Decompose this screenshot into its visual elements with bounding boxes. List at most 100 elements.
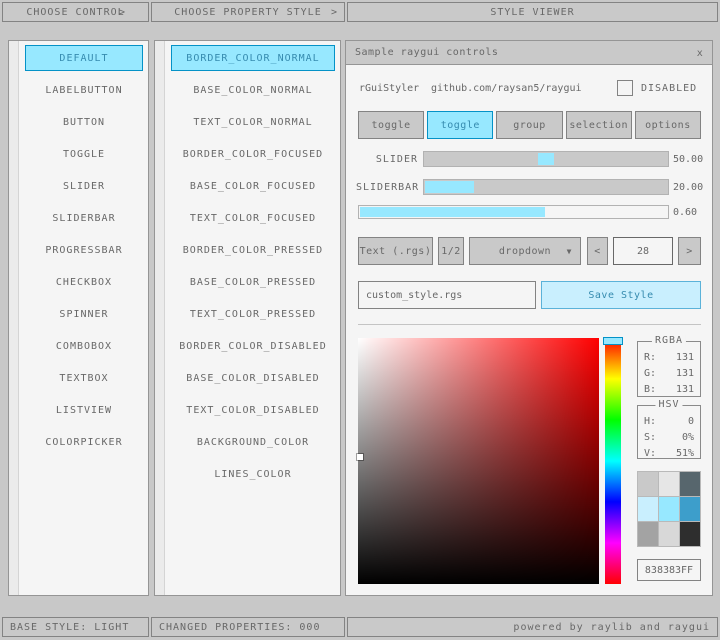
list-item-colorpicker[interactable]: COLORPICKER: [25, 429, 143, 455]
list-item-slider[interactable]: SLIDER: [25, 173, 143, 199]
hsv-group-title: HSV: [655, 399, 682, 410]
rgba-group-title: RGBA: [652, 335, 686, 346]
style-color-swatch-8[interactable]: [680, 522, 700, 546]
list-item-base_color_pressed[interactable]: BASE_COLOR_PRESSED: [171, 269, 335, 295]
rgba-values: R:131G:131 B: 131: [638, 342, 700, 397]
window-titlebar: Sample raygui controls x: [346, 41, 712, 65]
list-item-combobox[interactable]: COMBOBOX: [25, 333, 143, 359]
progressbar-value: 0.60: [673, 207, 697, 218]
color-value-row: G:131: [638, 365, 700, 381]
close-icon[interactable]: x: [692, 45, 708, 61]
save-style-button[interactable]: Save Style: [541, 281, 701, 309]
rguistyler-app: CHOOSE CONTROL > CHOOSE PROPERTY STYLE >…: [0, 0, 720, 640]
list-item-text_color_disabled[interactable]: TEXT_COLOR_DISABLED: [171, 397, 335, 423]
rgba-group-box: RGBA R:131G:131B:131: [637, 341, 701, 397]
list-item-border_color_pressed[interactable]: BORDER_COLOR_PRESSED: [171, 237, 335, 263]
disabled-checkbox-label: DISABLED: [641, 83, 697, 94]
list-item-default[interactable]: DEFAULT: [25, 45, 143, 71]
color-channel-value: 51%: [676, 448, 694, 459]
sliderbar[interactable]: [423, 179, 669, 195]
divider: [358, 324, 701, 325]
list-item-listview[interactable]: LISTVIEW: [25, 397, 143, 423]
list-item-progressbar[interactable]: PROGRESSBAR: [25, 237, 143, 263]
list-item-spinner[interactable]: SPINNER: [25, 301, 143, 327]
list-item-base_color_disabled[interactable]: BASE_COLOR_DISABLED: [171, 365, 335, 391]
color-picker-cursor[interactable]: [357, 454, 363, 460]
controls-list: DEFAULT LABELBUTTON BUTTON TOGGLE SLIDER SLID…: [20, 41, 148, 595]
style-color-swatch-4[interactable]: [659, 497, 679, 521]
color-channel-value: 131: [676, 384, 694, 395]
toggle-group-option-4[interactable]: options: [635, 111, 701, 139]
color-channel-value: 0: [688, 416, 694, 427]
slider-value: 50.00: [673, 154, 703, 165]
dropdown-label: dropdown: [499, 246, 551, 257]
toggle-group-option-3[interactable]: selection: [566, 111, 632, 139]
properties-list-scrollbar[interactable]: [155, 41, 165, 595]
list-item-text_color_focused[interactable]: TEXT_COLOR_FOCUSED: [171, 205, 335, 231]
list-item-background_color[interactable]: BACKGROUND_COLOR: [171, 429, 335, 455]
properties-list-panel: BORDER_COLOR_NORMAL BASE_COLOR_NORMAL TEXT…: [154, 40, 341, 596]
color-picker-panel[interactable]: [358, 338, 599, 584]
style-color-swatch-6[interactable]: [638, 522, 658, 546]
export-format-button[interactable]: Text (.rgs): [358, 237, 433, 265]
dropdown-box[interactable]: dropdown ▼: [469, 237, 581, 265]
hex-color-textbox[interactable]: 838383FF: [637, 559, 701, 581]
style-color-swatch-5[interactable]: [680, 497, 700, 521]
breadcrumb-label: CHOOSE CONTROL: [26, 7, 124, 18]
controls-list-scrollbar[interactable]: [9, 41, 19, 595]
style-color-swatch-7[interactable]: [659, 522, 679, 546]
status-changed-properties: CHANGED PROPERTIES: 000: [151, 617, 345, 637]
list-item-checkbox[interactable]: CHECKBOX: [25, 269, 143, 295]
style-color-swatch-3[interactable]: [638, 497, 658, 521]
half-size-toggle[interactable]: 1/2: [438, 237, 464, 265]
spinner-value-box[interactable]: 28: [613, 237, 673, 265]
list-item-sliderbar[interactable]: SLIDERBAR: [25, 205, 143, 231]
slider-knob[interactable]: [538, 153, 554, 165]
list-item-toggle[interactable]: TOGGLE: [25, 141, 143, 167]
window-title: Sample raygui controls: [355, 47, 498, 58]
list-item-button[interactable]: BUTTON: [25, 109, 143, 135]
breadcrumb-style-viewer: STYLE VIEWER: [347, 2, 718, 22]
list-item-border_color_disabled[interactable]: BORDER_COLOR_DISABLED: [171, 333, 335, 359]
spinner-increment-button[interactable]: >: [678, 237, 701, 265]
style-color-swatch-1[interactable]: [659, 472, 679, 496]
toggle-group-option-2[interactable]: group: [496, 111, 562, 139]
style-color-swatch-2[interactable]: [680, 472, 700, 496]
properties-list: BORDER_COLOR_NORMAL BASE_COLOR_NORMAL TEXT…: [166, 41, 340, 595]
breadcrumb-choose-property-style: CHOOSE PROPERTY STYLE >: [151, 2, 345, 22]
toggle-group-option-1[interactable]: toggle: [427, 111, 493, 139]
style-color-swatch-0[interactable]: [638, 472, 658, 496]
slider[interactable]: [423, 151, 669, 167]
hue-bar[interactable]: [605, 338, 621, 584]
controls-list-panel: DEFAULT LABELBUTTON BUTTON TOGGLE SLIDER SLID…: [8, 40, 149, 596]
slider-label: SLIDER: [356, 154, 418, 165]
color-channel-label: B:: [644, 384, 656, 395]
breadcrumb-choose-control: CHOOSE CONTROL >: [2, 2, 149, 22]
spinner-decrement-button[interactable]: <: [587, 237, 608, 265]
disabled-checkbox[interactable]: [617, 80, 633, 96]
list-item-base_color_normal[interactable]: BASE_COLOR_NORMAL: [171, 77, 335, 103]
breadcrumb-label: CHOOSE PROPERTY STYLE: [174, 7, 321, 18]
repo-link[interactable]: github.com/raysan5/raygui: [431, 83, 582, 94]
hue-bar-marker[interactable]: [603, 337, 623, 345]
progressbar-fill: [360, 207, 545, 217]
color-channel-label: G:: [644, 368, 656, 379]
color-value-row: R:131: [638, 349, 700, 365]
toggle-group-option-0[interactable]: toggle: [358, 111, 424, 139]
list-item-text_color_pressed[interactable]: TEXT_COLOR_PRESSED: [171, 301, 335, 327]
hsv-values: H:0S:0%V:51%: [638, 406, 700, 461]
list-item-border_color_focused[interactable]: BORDER_COLOR_FOCUSED: [171, 141, 335, 167]
list-item-textbox[interactable]: TEXTBOX: [25, 365, 143, 391]
list-item-lines_color[interactable]: LINES_COLOR: [171, 461, 335, 487]
filename-textbox[interactable]: custom_style.rgs: [358, 281, 536, 309]
breadcrumb-label: STYLE VIEWER: [490, 7, 574, 18]
list-item-labelbutton[interactable]: LABELBUTTON: [25, 77, 143, 103]
color-channel-value: 0%: [682, 432, 694, 443]
chevron-down-icon: ▼: [567, 247, 572, 256]
brand-label: rGuiStyler: [359, 83, 419, 94]
progressbar: [358, 205, 669, 219]
list-item-border_color_normal[interactable]: BORDER_COLOR_NORMAL: [171, 45, 335, 71]
list-item-text_color_normal[interactable]: TEXT_COLOR_NORMAL: [171, 109, 335, 135]
chevron-right-icon: >: [119, 7, 126, 18]
list-item-base_color_focused[interactable]: BASE_COLOR_FOCUSED: [171, 173, 335, 199]
